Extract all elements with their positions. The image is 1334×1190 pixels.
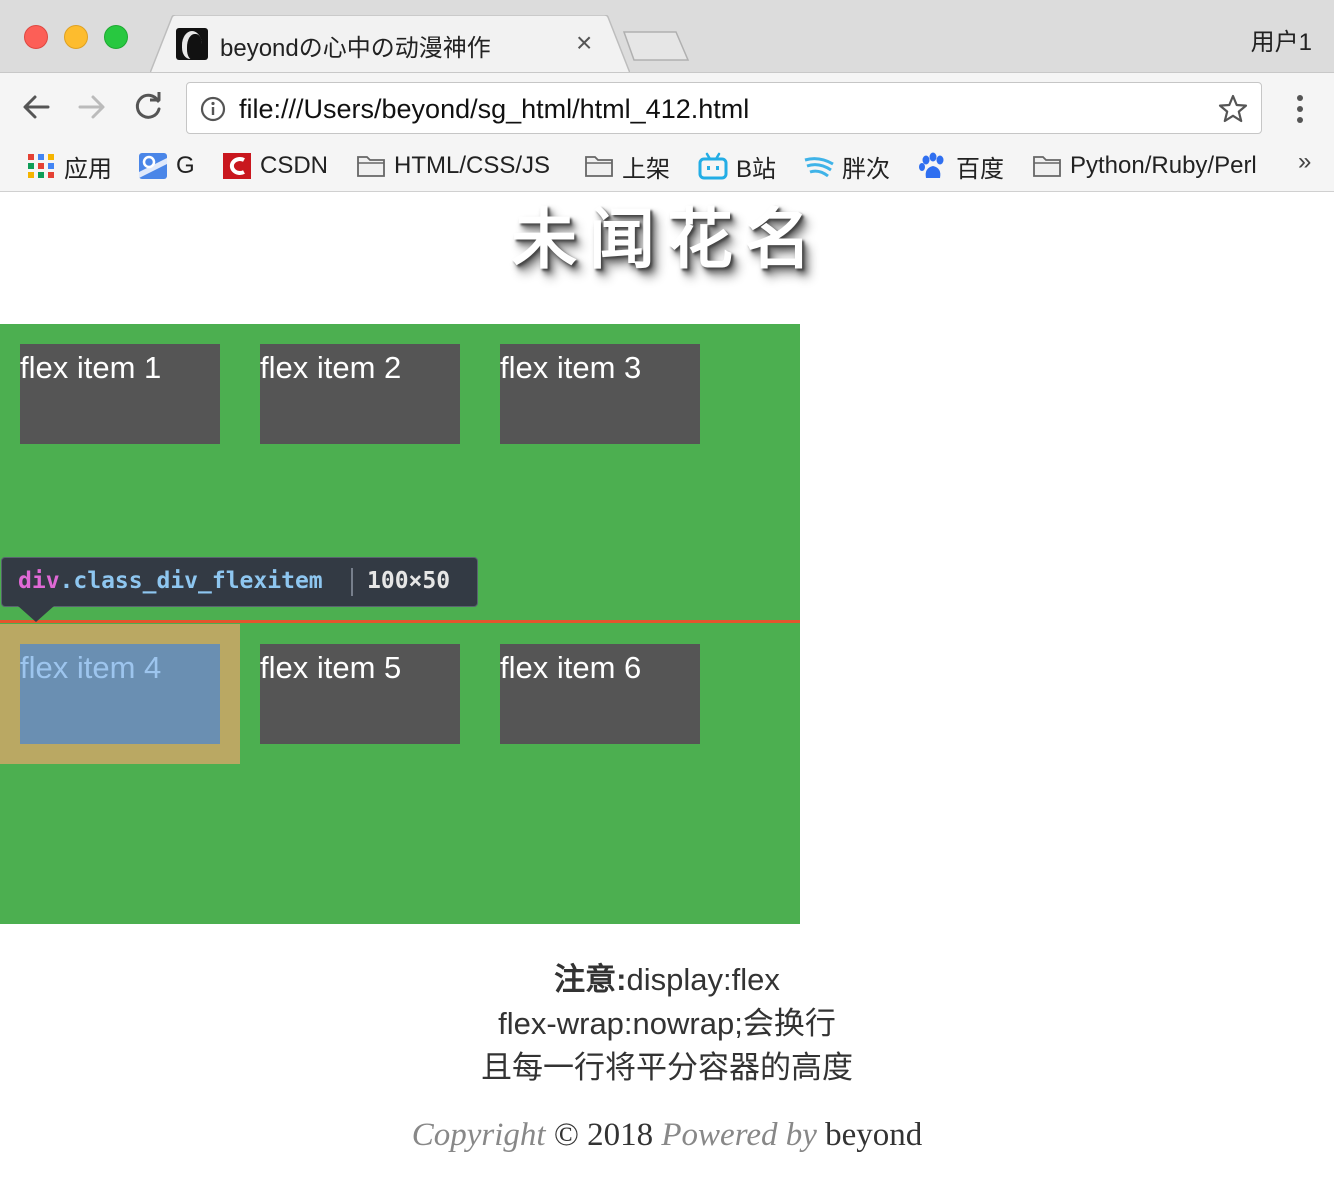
bookmark-shangjia[interactable]: 上架	[584, 149, 670, 183]
kebab-menu-icon[interactable]	[1288, 91, 1312, 127]
footer-powered-by: Powered by	[661, 1117, 817, 1153]
note-line-2: flex-wrap:nowrap;会换行	[498, 1006, 836, 1041]
apps-grid-icon	[28, 154, 54, 178]
tab-title: beyondの心中の动漫神作	[220, 35, 491, 62]
tooltip-selector: div.class_div_flexitem	[18, 568, 323, 594]
folder-icon	[585, 156, 613, 177]
bilibili-icon	[698, 152, 728, 180]
bookmark-star-icon[interactable]	[1217, 93, 1249, 125]
page-title: 未闻花名	[511, 202, 823, 276]
tab-favicon-icon	[176, 28, 208, 60]
wave-icon	[804, 157, 834, 178]
footer-copyright-word: Copyright	[411, 1117, 546, 1153]
inspector-tooltip: div.class_div_flexitem 100×50	[1, 557, 478, 607]
bookmark-bilibili[interactable]: B站	[698, 149, 776, 183]
tooltip-size: 100×50	[367, 568, 451, 594]
bookmark-label: CSDN	[260, 152, 329, 179]
bookmark-label: 胖次	[842, 155, 890, 183]
flex-item: flex item 5	[260, 644, 460, 744]
browser-tab-active[interactable]: beyondの心中の动漫神作 ×	[150, 15, 630, 73]
folder-icon	[357, 156, 385, 177]
bookmark-label: G	[176, 152, 195, 179]
bookmark-pangci[interactable]: 胖次	[804, 149, 890, 183]
tooltip-tag: div	[18, 568, 60, 594]
bookmark-label: 上架	[622, 155, 670, 183]
csdn-icon	[223, 153, 251, 179]
note-line-1-rest: display:flex	[626, 962, 780, 997]
bookmark-label: Python/Ruby/Perl	[1070, 152, 1257, 179]
note-line-1: 注意:display:flex	[0, 958, 1334, 1002]
reload-icon[interactable]	[130, 89, 166, 125]
note-line-3: 且每一行将平分容器的高度	[481, 1050, 853, 1085]
info-icon[interactable]	[199, 95, 227, 123]
footer: Copyright © 2018 Powered by beyond	[0, 1117, 1334, 1154]
bookmark-g[interactable]: G	[138, 149, 195, 183]
flex-container: flex item 1 flex item 2 flex item 3 flex…	[0, 324, 800, 924]
back-arrow-icon[interactable]	[18, 89, 54, 125]
bookmark-csdn[interactable]: CSDN	[222, 149, 328, 183]
bookmark-apps[interactable]: 应用	[26, 149, 112, 183]
window-maximize-button[interactable]	[104, 25, 128, 49]
window-minimize-button[interactable]	[64, 25, 88, 49]
flex-item-highlighted: flex item 4	[20, 644, 220, 744]
profile-name[interactable]: 用户1	[1251, 22, 1312, 57]
flex-item: flex item 2	[260, 344, 460, 444]
flex-item: flex item 3	[500, 344, 700, 444]
bookmark-label: B站	[736, 155, 777, 183]
note-label: 注意:	[554, 962, 627, 997]
address-bar[interactable]: file:///Users/beyond/sg_html/html_412.ht…	[186, 82, 1262, 134]
footer-copyright-year: © 2018	[553, 1117, 654, 1153]
window-close-button[interactable]	[24, 25, 48, 49]
baidu-paw-icon	[919, 152, 944, 178]
footer-author: beyond	[825, 1117, 923, 1153]
inspector-line-marker	[0, 620, 800, 623]
bookmark-label: HTML/CSS/JS	[394, 152, 551, 179]
bookmark-html-css-js[interactable]: HTML/CSS/JS	[356, 149, 550, 183]
note-text: 注意:display:flex flex-wrap:nowrap;会换行 且每一…	[0, 958, 1334, 1090]
url-text[interactable]: file:///Users/beyond/sg_html/html_412.ht…	[239, 94, 749, 125]
tooltip-arrow	[18, 606, 54, 622]
tooltip-class: .class_div_flexitem	[59, 568, 323, 594]
tooltip-separator	[351, 568, 353, 596]
new-tab-button[interactable]	[620, 30, 692, 64]
bookmark-baidu[interactable]: 百度	[918, 149, 1004, 183]
more-bookmarks-chevron-icon[interactable]: »	[1298, 148, 1311, 176]
google-maps-icon	[139, 153, 167, 179]
folder-icon	[1033, 156, 1061, 177]
flex-item: flex item 6	[500, 644, 700, 744]
tab-close-icon[interactable]: ×	[576, 27, 592, 59]
bookmark-label: 百度	[956, 155, 1004, 183]
flex-item: flex item 1	[20, 344, 220, 444]
bookmark-label: 应用	[64, 155, 112, 183]
forward-arrow-icon[interactable]	[74, 89, 110, 125]
tab-strip: beyondの心中の动漫神作 × 用户1	[0, 0, 1334, 73]
bookmarks-bar: 应用 G CSDN HTML/CSS/JS 上架 B站 胖次 百度 Python…	[0, 142, 1334, 192]
browser-toolbar: file:///Users/beyond/sg_html/html_412.ht…	[0, 72, 1334, 142]
bookmark-python-ruby-perl[interactable]: Python/Ruby/Perl	[1032, 149, 1257, 183]
